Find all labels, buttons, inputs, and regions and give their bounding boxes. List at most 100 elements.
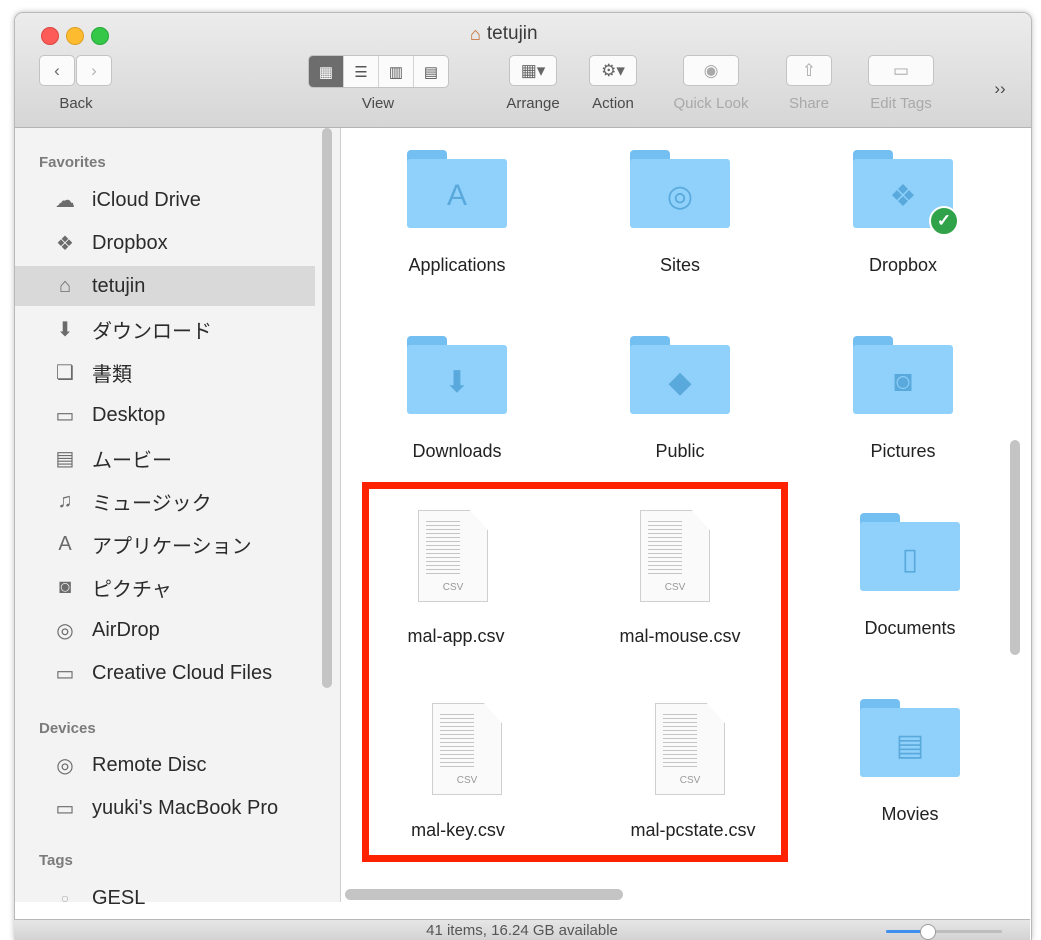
compass-icon: ◎ [666,179,694,213]
sidebar-item-remote-disc[interactable]: ◎ Remote Disc [15,745,315,785]
grid-icon: ▦▾ [520,60,546,80]
folder-icon: ▤ [860,699,960,777]
share-icon: ⇧ [801,60,817,80]
action-label: Action [592,95,634,112]
minimize-button[interactable] [66,27,84,45]
folder-icon: ▭ [55,662,75,685]
download-icon: ⬇ [56,318,74,341]
close-button[interactable] [41,27,59,45]
folder-label: Pictures [870,441,936,461]
sync-check-icon: ✓ [929,206,959,236]
sidebar-item-documents[interactable]: ❏ 書類 [15,352,315,392]
sidebar-item-label: アプリケーション [92,535,252,558]
sidebar-item-pictures[interactable]: ◙ ピクチャ [15,567,315,607]
sidebar-item-airdrop[interactable]: ◎ AirDrop [15,610,315,650]
column-view-icon[interactable]: ▥ [379,56,414,87]
sidebar-scrollbar[interactable] [322,128,332,688]
share-label: Share [788,95,830,112]
arrange-button[interactable]: ▦▾ [509,55,557,86]
desktop-icon: ▭ [55,404,75,427]
sidebar-item-desktop[interactable]: ▭ Desktop [15,395,315,435]
icon-size-slider[interactable] [886,924,1002,940]
sidebar-item-macbook-pro[interactable]: ▭ yuuki's MacBook Pro [15,788,315,828]
view-segmented-control[interactable]: ▦ ☰ ▥ ▤ [308,55,449,88]
sidebar-item-movies[interactable]: ▤ ムービー [15,438,315,478]
share-button[interactable]: ⇧ [786,55,832,86]
zoom-button[interactable] [91,27,109,45]
applications-icon: A [446,179,467,212]
sidebar-item-creative-cloud-files[interactable]: ▭ Creative Cloud Files [15,653,315,693]
sidebar-item-label: Desktop [92,403,166,426]
sidebar-item-label: 書類 [92,363,132,386]
camera-icon: ◙ [893,365,913,398]
coverflow-view-icon[interactable]: ▤ [414,56,448,87]
home-icon: ⌂ [470,23,481,44]
sidebar-item-label: ピクチャ [92,578,172,601]
window-title-text: tetujin [486,23,538,44]
home-icon: ⌂ [58,274,72,297]
sidebar-item-dropbox[interactable]: ❖ Dropbox [15,223,315,263]
sidebar-item-label: Remote Disc [92,753,207,776]
sidebar-item-label: Creative Cloud Files [92,661,273,684]
laptop-icon: ▭ [55,797,75,820]
folder-icon: ⬇ [407,336,507,414]
quicklook-label: Quick Look [673,95,749,112]
sidebar-item-icloud-drive[interactable]: ☁ iCloud Drive [15,180,315,220]
download-icon: ⬇ [444,365,470,399]
vertical-scrollbar[interactable] [1010,440,1020,655]
folder-icon: ❖ ✓ [853,150,959,236]
arrange-label: Arrange [506,95,560,112]
sidebar-item-applications[interactable]: A アプリケーション [15,524,315,564]
tags-header: Tags [39,852,73,869]
sidebar-item-tag-gesl[interactable]: ○ GESL [15,878,315,918]
sidebar-item-label: tetujin [92,274,146,297]
folder-label: Movies [881,804,939,824]
document-icon: ▯ [901,542,919,576]
edittags-button[interactable]: ▭ [868,55,934,86]
icon-view-icon[interactable]: ▦ [309,56,344,87]
folder-icon: ◎ [630,150,730,228]
selection-highlight-box [362,482,788,862]
folder-icon: A [407,150,507,228]
airdrop-icon: ◎ [56,619,74,642]
status-bar: 41 items, 16.24 GB available [14,919,1030,940]
movie-icon: ▤ [55,447,75,470]
tag-dot-icon: ○ [60,890,70,906]
dropbox-icon: ❖ [56,232,74,255]
sidebar-item-tetujin[interactable]: ⌂ tetujin [15,266,315,306]
slider-knob[interactable] [919,924,936,940]
horizontal-scrollbar[interactable] [345,889,623,900]
documents-icon: ❏ [56,361,74,384]
sidebar: Favorites ☁ iCloud Drive ❖ Dropbox ⌂ tetuji… [15,128,341,909]
sidebar-item-label: ダウンロード [92,320,212,343]
status-text: 41 items, 16.24 GB available [426,922,618,939]
tag-icon: ▭ [892,60,910,80]
sidebar-item-label: iCloud Drive [92,188,201,211]
toolbar-overflow-button[interactable]: ›› [985,79,1015,99]
folder-label: Dropbox [868,255,938,275]
edittags-label: Edit Tags [870,95,932,112]
action-button[interactable]: ⚙▾ [589,55,637,86]
favorites-header: Favorites [39,154,106,171]
sidebar-item-label: ムービー [92,449,172,472]
quicklook-button[interactable]: ◉ [683,55,739,86]
folder-icon: ◙ [853,336,953,414]
disc-icon: ◎ [56,754,74,777]
applications-icon: A [58,532,72,555]
music-icon: ♫ [57,489,73,512]
list-view-icon[interactable]: ☰ [344,56,379,87]
view-label: View [361,95,395,112]
toolbar: ⌂ tetujin ‹ › Back ▦ ☰ ▥ ▤ View ▦▾ Arran… [15,13,1031,128]
sidebar-item-music[interactable]: ♫ ミュージック [15,481,315,521]
forward-button[interactable]: › [76,55,112,86]
back-button[interactable]: ‹ [39,55,75,86]
sidebar-item-label: Dropbox [92,231,168,254]
sidebar-item-label: AirDrop [92,618,160,641]
camera-icon: ◙ [58,575,72,598]
sidebar-item-label: GESL [92,886,146,909]
gear-icon: ⚙▾ [601,60,625,80]
folder-label: Applications [408,255,506,275]
sidebar-item-downloads[interactable]: ⬇ ダウンロード [15,309,315,349]
folder-label: Public [655,441,705,461]
eye-icon: ◉ [703,60,719,80]
